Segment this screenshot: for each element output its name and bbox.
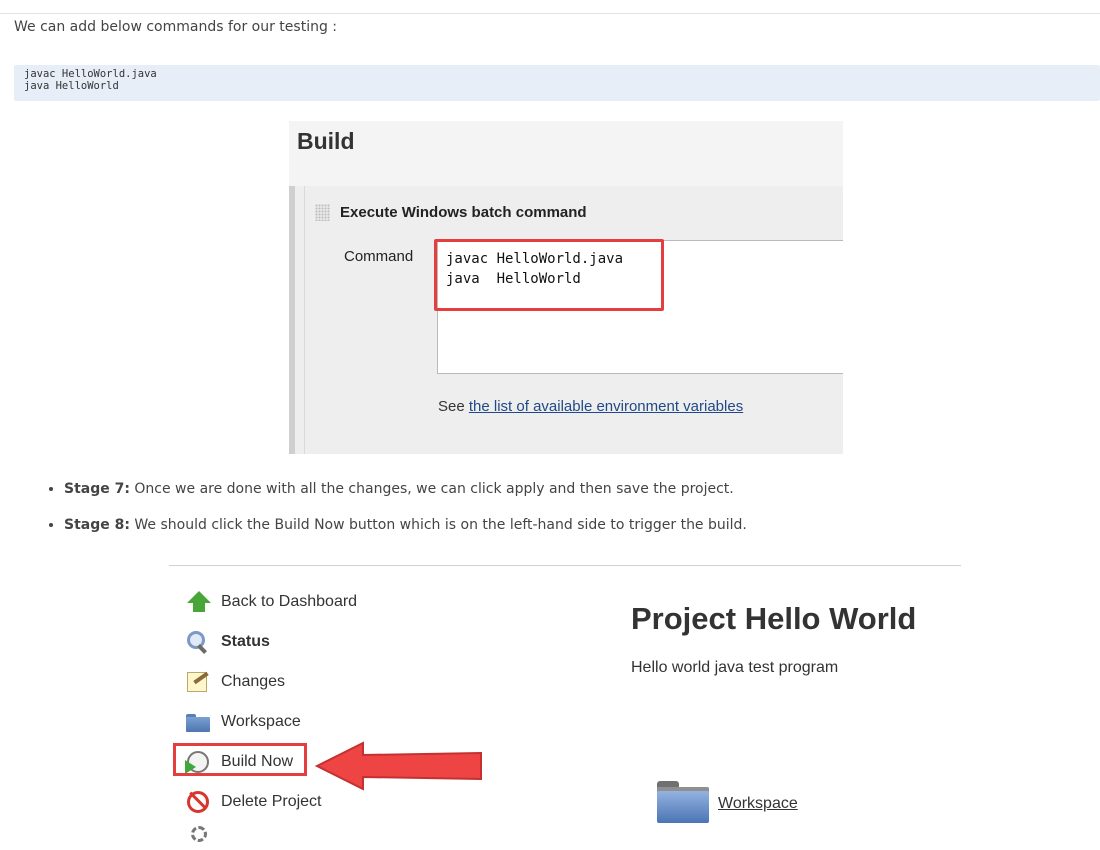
folder-icon (185, 710, 211, 734)
env-vars-line: See the list of available environment va… (438, 398, 743, 415)
build-step-title: Execute Windows batch command (340, 204, 587, 221)
nav-label: Workspace (221, 713, 301, 730)
nav-configure-partial[interactable] (185, 822, 221, 850)
build-step-panel: Execute Windows batch command Command ja… (289, 186, 843, 454)
stage-label: Stage 7: (64, 481, 130, 497)
code-block: javac HelloWorld.java java HelloWorld (14, 65, 1100, 101)
workspace-link[interactable]: Workspace (718, 795, 798, 813)
project-title: Project Hello World (631, 601, 917, 636)
nav-label: Delete Project (221, 793, 322, 810)
env-vars-prefix: See (438, 398, 465, 415)
env-vars-link[interactable]: the list of available environment variab… (469, 398, 743, 415)
drag-handle-icon[interactable] (315, 204, 330, 221)
stage-list: Stage 7: Once we are done with all the c… (48, 478, 747, 550)
jenkins-divider (169, 565, 961, 566)
intro-text: We can add below commands for our testin… (14, 19, 338, 35)
jenkins-screenshot: Back to Dashboard Status Changes Workspa… (169, 562, 961, 842)
build-now-highlight-box (173, 743, 307, 776)
workspace-folder-icon[interactable] (657, 781, 709, 823)
stage-text: Once we are done with all the changes, w… (129, 481, 734, 497)
list-item-stage-7: Stage 7: Once we are done with all the c… (64, 478, 747, 514)
command-highlight-box (434, 239, 664, 311)
stage-text: We should click the Build Now button whi… (129, 517, 747, 533)
nav-delete-project[interactable]: Delete Project (185, 788, 322, 816)
top-divider (0, 13, 1100, 14)
notepad-icon (185, 670, 211, 694)
arrow-up-icon (185, 590, 211, 614)
command-label: Command (344, 248, 414, 265)
project-description: Hello world java test program (631, 659, 839, 676)
red-arrow-icon (315, 741, 482, 791)
nav-workspace[interactable]: Workspace (185, 708, 301, 736)
nav-label: Status (221, 633, 270, 650)
stage-label: Stage 8: (64, 517, 130, 533)
delete-icon (185, 790, 211, 814)
gear-icon (185, 824, 211, 848)
build-section-title: Build (297, 128, 355, 154)
panel-edge (304, 186, 305, 454)
list-item-stage-8: Stage 8: We should click the Build Now b… (64, 514, 747, 550)
build-screenshot: Build Execute Windows batch command Comm… (289, 121, 843, 454)
nav-back-to-dashboard[interactable]: Back to Dashboard (185, 588, 357, 616)
magnifier-icon (185, 630, 211, 654)
nav-label: Changes (221, 673, 286, 690)
nav-status[interactable]: Status (185, 628, 270, 656)
nav-label: Back to Dashboard (221, 593, 358, 610)
nav-changes[interactable]: Changes (185, 668, 285, 696)
